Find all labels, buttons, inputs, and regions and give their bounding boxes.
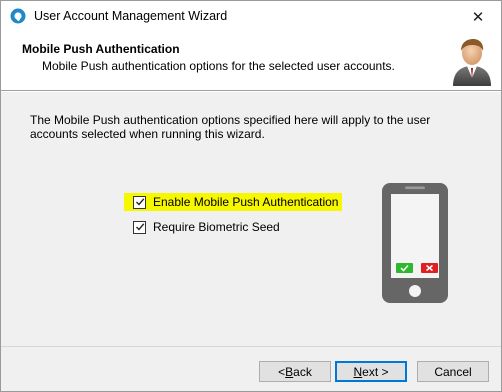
page-title: Mobile Push Authentication <box>22 42 180 56</box>
cancel-button[interactable]: Cancel <box>417 361 489 382</box>
app-icon <box>10 8 26 24</box>
require-biometric-seed-option[interactable]: Require Biometric Seed <box>133 218 280 236</box>
back-button-prefix: < <box>278 364 286 379</box>
wizard-window: User Account Management Wizard ✕ Mobile … <box>0 0 502 392</box>
back-button-mnemonic: B <box>285 364 294 379</box>
header-divider <box>1 91 501 92</box>
page-subtitle: Mobile Push authentication options for t… <box>42 59 395 73</box>
user-icon <box>449 36 495 86</box>
enable-mobile-push-option[interactable]: Enable Mobile Push Authentication <box>124 193 343 211</box>
title-bar: User Account Management Wizard ✕ <box>1 1 501 32</box>
close-button[interactable]: ✕ <box>455 1 501 32</box>
enable-mobile-push-label: Enable Mobile Push Authentication <box>153 195 339 209</box>
checkmark-icon <box>135 223 144 231</box>
window-title: User Account Management Wizard <box>34 9 228 23</box>
description-text: The Mobile Push authentication options s… <box>30 113 431 141</box>
accept-icon <box>396 263 413 273</box>
mobile-phone-icon <box>381 182 449 304</box>
footer-divider <box>1 346 501 347</box>
checkmark-icon <box>135 198 144 206</box>
wizard-header: Mobile Push Authentication Mobile Push a… <box>1 32 501 91</box>
require-biometric-seed-label: Require Biometric Seed <box>153 220 280 234</box>
require-biometric-seed-checkbox[interactable] <box>133 220 146 234</box>
enable-mobile-push-checkbox[interactable] <box>133 195 146 209</box>
back-button-label: ack <box>293 364 312 379</box>
back-button[interactable]: < Back <box>259 361 331 382</box>
next-button[interactable]: Next > <box>335 361 407 382</box>
next-button-label: ext > <box>362 364 389 379</box>
next-button-mnemonic: N <box>353 364 363 379</box>
